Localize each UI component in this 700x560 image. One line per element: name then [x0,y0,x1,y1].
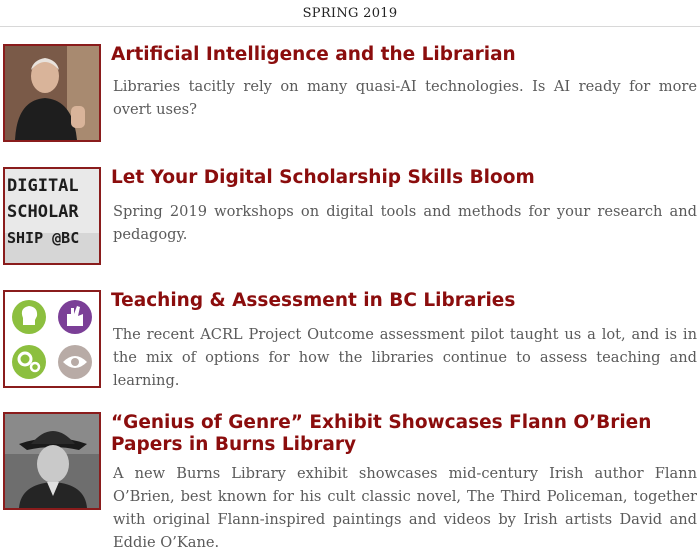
article-thumbnail[interactable]: DIGITAL SCHOLAR SHIP @BC [3,167,101,265]
article-title-link[interactable]: Teaching & Assessment in BC Libraries [111,290,697,312]
section-header: SPRING 2019 [0,0,700,27]
article-title-link[interactable]: “Genius of Genre” Exhibit Showcases Flan… [111,412,697,456]
article-item: DIGITAL SCHOLAR SHIP @BC Let Your Digita… [3,167,697,267]
article-thumbnail[interactable] [3,412,101,510]
sign-line-1: DIGITAL [7,176,79,196]
assessment-icons-image [5,292,99,386]
sign-line-2: SCHOLAR [7,202,79,222]
article-thumbnail[interactable] [3,44,101,142]
section-header-label: SPRING 2019 [302,5,398,21]
article-item: Artificial Intelligence and the Libraria… [3,44,697,144]
article-title-link[interactable]: Artificial Intelligence and the Libraria… [111,44,697,66]
digital-scholarship-sign-image: DIGITAL SCHOLAR SHIP @BC [5,169,99,263]
flann-obrien-portrait-image [5,414,99,508]
article-thumbnail[interactable] [3,290,101,388]
article-item: Teaching & Assessment in BC Libraries Th… [3,290,697,390]
article-title-link[interactable]: Let Your Digital Scholarship Skills Bloo… [111,167,697,189]
portrait-image [5,46,99,140]
article-item: “Genius of Genre” Exhibit Showcases Flan… [3,412,697,560]
article-description: Libraries tacitly rely on many quasi-AI … [113,78,697,118]
article-description: The recent ACRL Project Outcome assessme… [113,326,697,389]
sign-line-3: SHIP @BC [7,229,79,247]
article-description: A new Burns Library exhibit showcases mi… [113,465,697,551]
article-description: Spring 2019 workshops on digital tools a… [113,203,697,243]
